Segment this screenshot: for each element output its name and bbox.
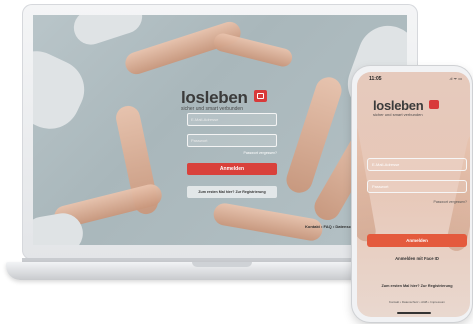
password-field[interactable]: Passwort — [187, 134, 277, 147]
logo-tagline: sicher und smart verbunden — [181, 106, 243, 112]
laptop-notch — [192, 262, 252, 267]
login-button[interactable]: Anmelden — [187, 163, 277, 175]
sleeve-top-left — [69, 15, 147, 49]
phone-email-field[interactable]: E-Mail-Adresse — [367, 158, 467, 171]
home-indicator — [397, 312, 431, 314]
logo-wordmark: losleben — [181, 88, 248, 107]
hand-top-right — [212, 31, 294, 69]
status-time: 11:05 — [369, 76, 382, 82]
register-button[interactable]: Zum ersten Mal hier? Zur Registrierung — [187, 186, 277, 198]
phone-password-field[interactable]: Passwort — [367, 180, 467, 193]
status-icons: .ıl ᯤ ▭ — [449, 76, 462, 81]
phone-forgot-password-link[interactable]: Passwort vergessen? — [417, 200, 467, 204]
face-id-login-link[interactable]: Anmelden mit Face ID — [367, 256, 467, 261]
phone-logo-tagline: sicher und smart verbunden — [373, 112, 423, 117]
phone-footer-links[interactable]: Kontakt • Datenschutz • AGB • Impressum — [367, 300, 467, 304]
logo-badge-icon — [254, 90, 267, 102]
phone-login-button[interactable]: Anmelden — [367, 234, 467, 247]
phone-logo-wordmark: losleben — [373, 98, 424, 113]
forgot-password-link[interactable]: Passwort vergessen? — [233, 151, 277, 155]
brand-logo: losleben sicher und smart verbunden — [181, 88, 271, 114]
phone-logo-badge-icon — [429, 100, 439, 109]
phone-screen: 11:05 .ıl ᯤ ▭ losleben sicher und smart … — [357, 72, 470, 317]
hand-bottom-right — [211, 201, 325, 243]
sleeve-left — [33, 41, 95, 139]
laptop-screen: losleben sicher und smart verbunden E-Ma… — [33, 15, 407, 245]
phone-register-link[interactable]: Zum ersten Mal hier? Zur Registrierung — [367, 284, 467, 288]
email-field[interactable]: E-Mail-Adresse — [187, 113, 277, 126]
